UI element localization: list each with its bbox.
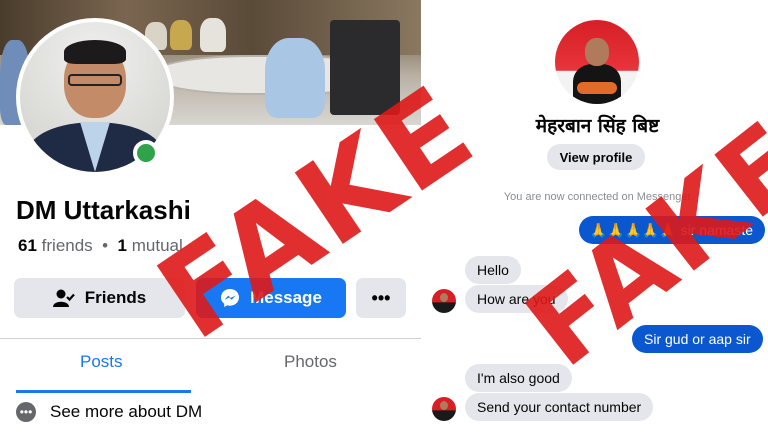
facebook-profile-panel: DM Uttarkashi 61 friends • 1 mutual Frie… <box>0 0 421 432</box>
contact-avatar-head <box>585 38 609 66</box>
message-bubble-incoming[interactable]: Send your contact number <box>465 393 654 421</box>
cover-person <box>170 20 192 50</box>
sender-avatar[interactable] <box>432 397 456 421</box>
message-bubble-incoming[interactable]: How are you <box>465 285 568 313</box>
avatar-glasses <box>68 74 122 86</box>
contact-name: मेहरबान सिंह बिष्ट <box>535 115 660 137</box>
tab-posts[interactable]: Posts <box>80 352 123 372</box>
message-bubble-incoming[interactable]: I'm also good <box>465 364 572 392</box>
cover-person <box>200 18 226 52</box>
tabs-divider <box>0 338 421 339</box>
cover-chair <box>330 20 400 115</box>
see-more-label: See more about DM <box>50 402 203 421</box>
message-bubble-incoming[interactable]: Hello <box>465 256 521 284</box>
friends-separator: • <box>102 236 109 255</box>
message-button-label: Message <box>250 288 322 307</box>
more-options-icon: ••• <box>371 287 391 308</box>
mutual-label: mutual <box>131 236 183 255</box>
see-more-about-link[interactable]: ••• See more about DM <box>16 402 202 422</box>
sender-avatar[interactable] <box>432 289 456 313</box>
active-tab-indicator <box>16 390 191 393</box>
more-options-button[interactable]: ••• <box>356 278 406 318</box>
friends-count: 61 <box>18 236 37 255</box>
mutual-count: 1 <box>117 236 128 255</box>
profile-name: DM Uttarkashi <box>16 195 191 225</box>
message-bubble-outgoing[interactable]: 🙏🙏🙏🙏🙏 sir namaste <box>579 216 765 244</box>
contact-avatar[interactable] <box>555 20 639 104</box>
avatar-hair <box>64 40 126 64</box>
contact-avatar-garland <box>577 82 617 94</box>
cover-person <box>265 38 325 118</box>
friends-summary[interactable]: 61 friends • 1 mutual <box>18 236 183 256</box>
more-dots-icon: ••• <box>16 402 36 422</box>
online-status-dot <box>133 140 159 166</box>
messenger-chat-panel: मेहरबान सिंह बिष्ट View profile You are … <box>427 0 768 432</box>
tab-photos[interactable]: Photos <box>284 352 337 372</box>
message-button[interactable]: Message <box>196 278 346 318</box>
friends-button[interactable]: Friends <box>14 278 185 318</box>
connected-notice: You are now connected on Messenger <box>503 191 692 203</box>
friends-label: friends <box>41 236 93 255</box>
message-bubble-outgoing[interactable]: Sir gud or aap sir <box>632 325 763 353</box>
messenger-icon <box>221 289 240 307</box>
friend-check-icon <box>52 289 75 307</box>
view-profile-button[interactable]: View profile <box>547 144 645 170</box>
friends-button-label: Friends <box>84 288 147 307</box>
